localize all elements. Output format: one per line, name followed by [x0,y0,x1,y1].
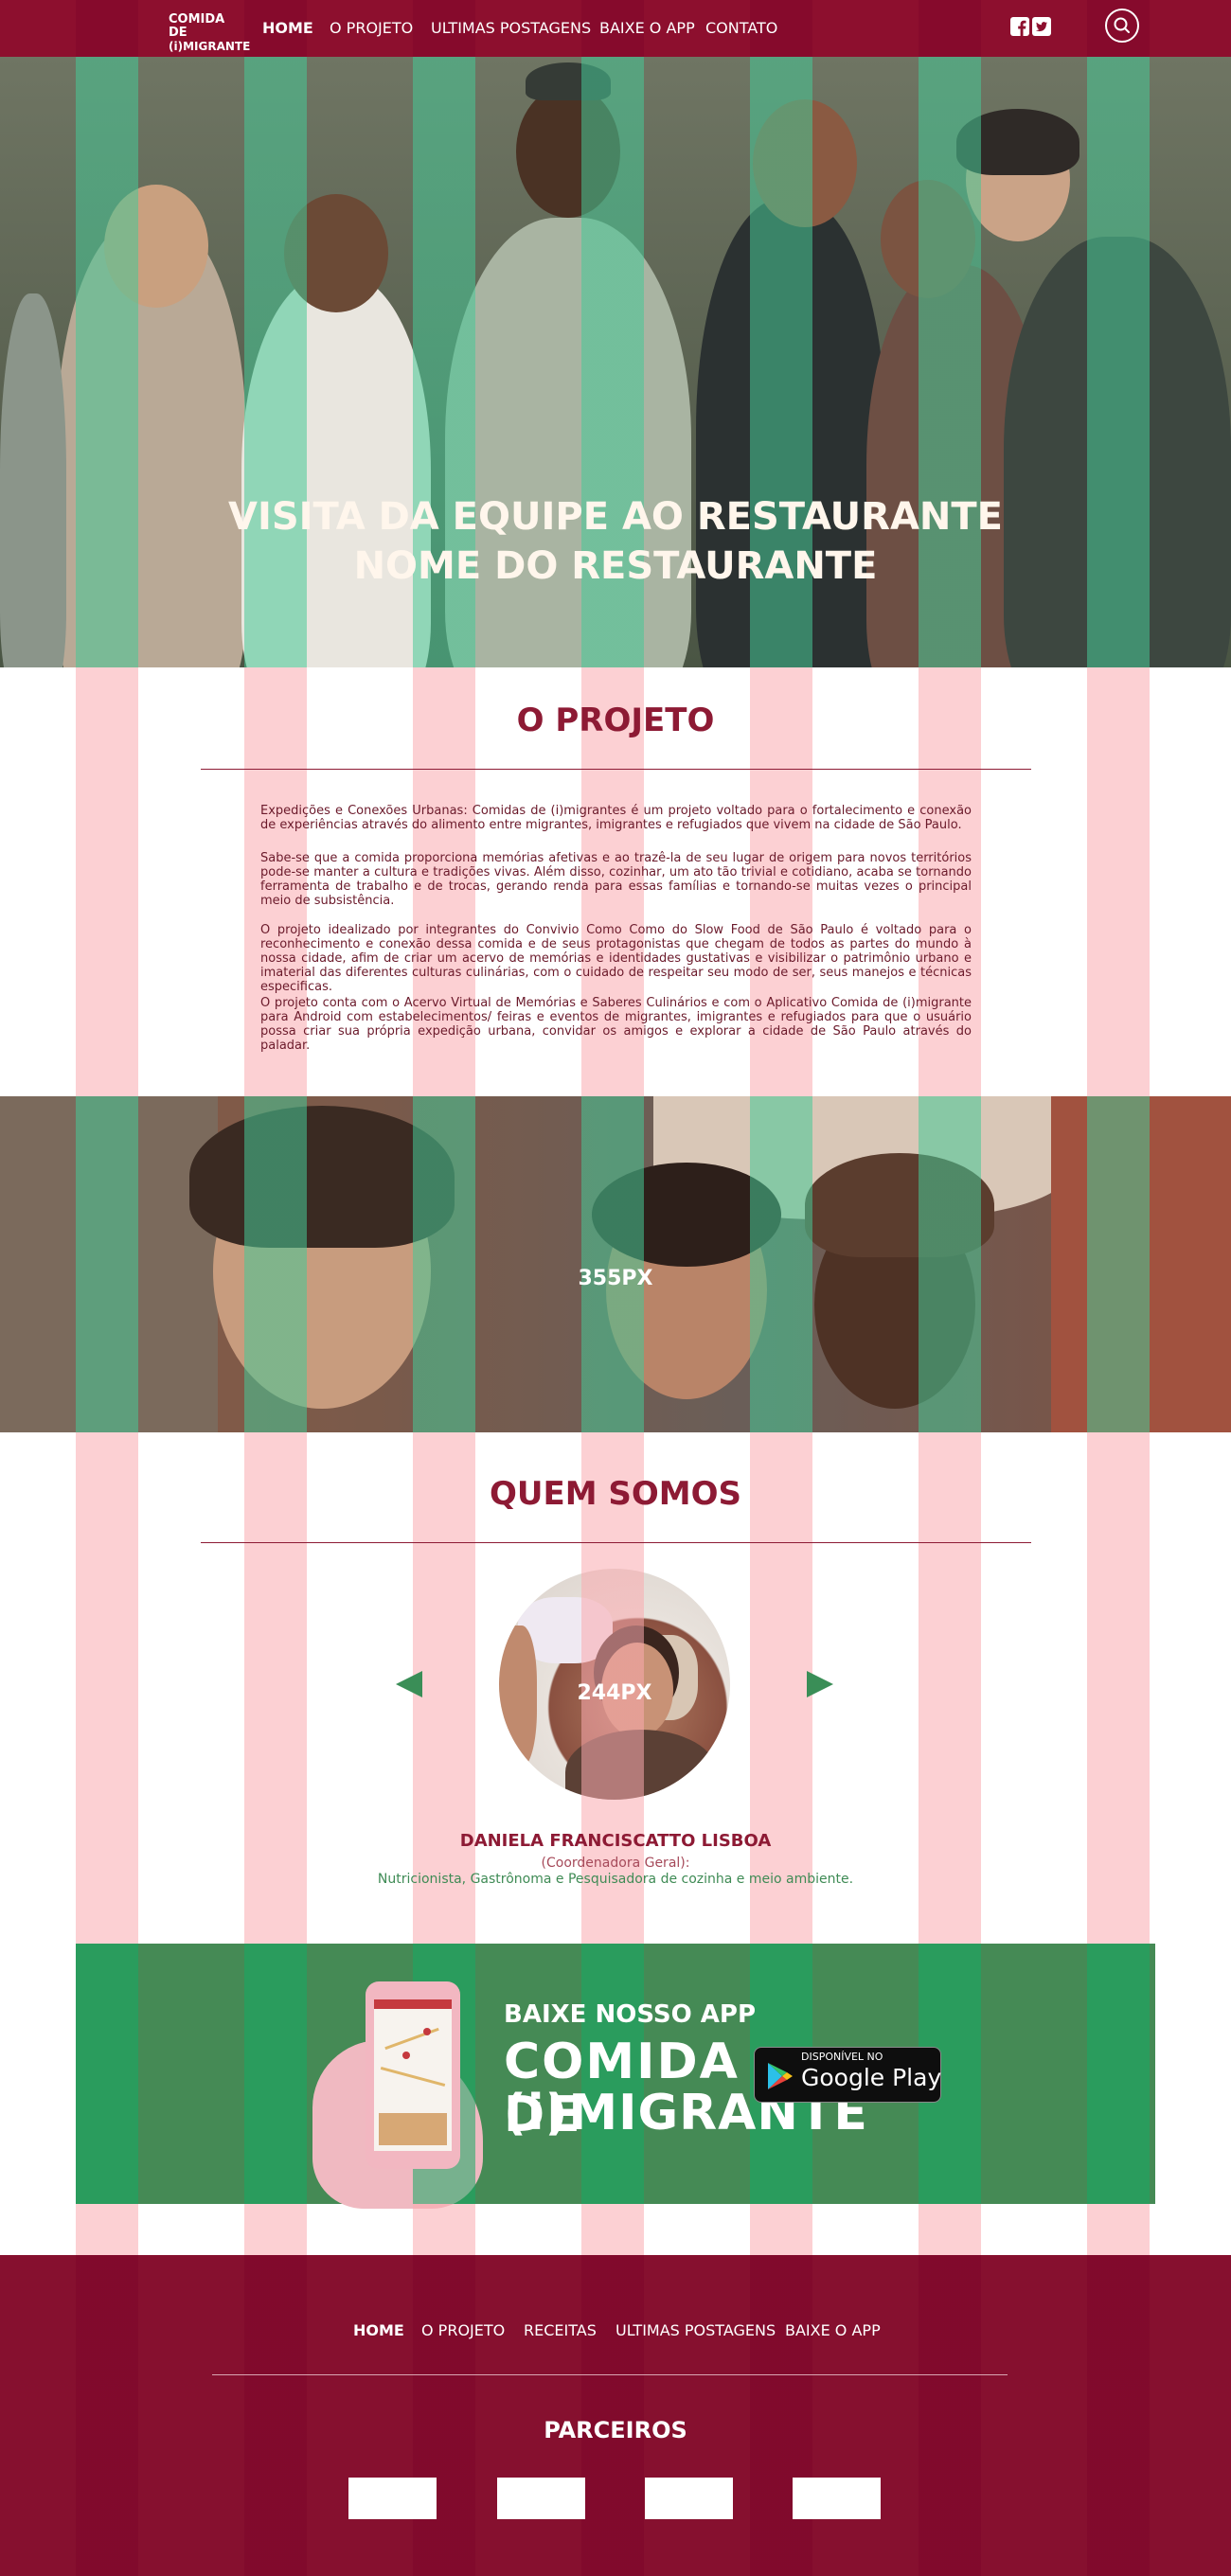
project-divider [201,769,1031,770]
hero-title-line-2: NOME DO RESTAURANTE [353,544,878,588]
app-logo: COMIDA DE (i)MIGRANTE [504,2035,867,2141]
google-play-label: Google Play [801,2064,942,2091]
nav-link-contato[interactable]: CONTATO [705,19,777,37]
footer-divider [212,2374,1008,2375]
hero-title: VISITA DA EQUIPE AO RESTAURANTE NOME DO … [0,492,1231,591]
app-title: BAIXE NOSSO APP [504,2000,757,2029]
footer [0,2255,1231,2576]
partner-logo[interactable] [793,2478,881,2519]
arrow-left-icon[interactable] [396,1671,422,1697]
hero-title-line-1: VISITA DA EQUIPE AO RESTAURANTE [228,495,1003,539]
google-play-icon [768,2063,793,2089]
twitter-icon[interactable] [1032,17,1051,36]
google-play-small-text: DISPONÍVEL NO [801,2051,883,2063]
footer-link-home[interactable]: HOME [353,2321,404,2339]
site-logo[interactable]: COMIDA DE (i)MIGRANTE [169,12,250,54]
footer-link-o-projeto[interactable]: O PROJETO [421,2321,505,2339]
nav-link-baixe-o-app[interactable]: BAIXE O APP [599,19,695,37]
footer-link-baixe-o-app[interactable]: BAIXE O APP [785,2321,881,2339]
arrow-right-icon[interactable] [807,1671,833,1697]
member-name: DANIELA FRANCISCATTO LISBOA [459,1831,772,1851]
phone-screen-map [374,1999,452,2151]
member-role: (Coordenadora Geral): [541,1856,690,1871]
project-paragraph-1: Expedições e Conexões Urbanas: Comidas d… [260,804,972,832]
nav-link-ultimas-postagens[interactable]: ULTIMAS POSTAGENS [431,19,591,37]
logo-line-2: (i)MIGRANTE [169,40,251,53]
project-title: O PROJETO [516,702,715,739]
logo-line-1: COMIDA DE [169,12,225,40]
nav-link-o-projeto[interactable]: O PROJETO [330,19,413,37]
partner-logo[interactable] [348,2478,437,2519]
band-size-label: 355PX [578,1267,653,1290]
photo-band [0,1096,1231,1432]
project-paragraph-2: Sabe-se que a comida proporciona memória… [260,851,972,908]
member-description: Nutricionista, Gastrônoma e Pesquisadora… [377,1872,854,1887]
search-icon [1114,17,1130,33]
partner-logo[interactable] [497,2478,585,2519]
partner-logo[interactable] [645,2478,733,2519]
partners-title: PARCEIROS [544,2417,687,2443]
footer-link-ultimas-postagens[interactable]: ULTIMAS POSTAGENS [616,2321,776,2339]
facebook-icon[interactable] [1010,17,1029,36]
project-paragraph-3: O projeto idealizado por integrantes do … [260,923,972,994]
nav-link-home[interactable]: HOME [262,19,313,37]
team-divider [201,1542,1031,1543]
search-button[interactable] [1105,9,1139,43]
avatar-size-label: 244PX [577,1681,652,1705]
team-title: QUEM SOMOS [489,1475,742,1513]
footer-link-receitas[interactable]: RECEITAS [524,2321,597,2339]
project-paragraph-4: O projeto conta com o Acervo Virtual de … [260,996,972,1053]
